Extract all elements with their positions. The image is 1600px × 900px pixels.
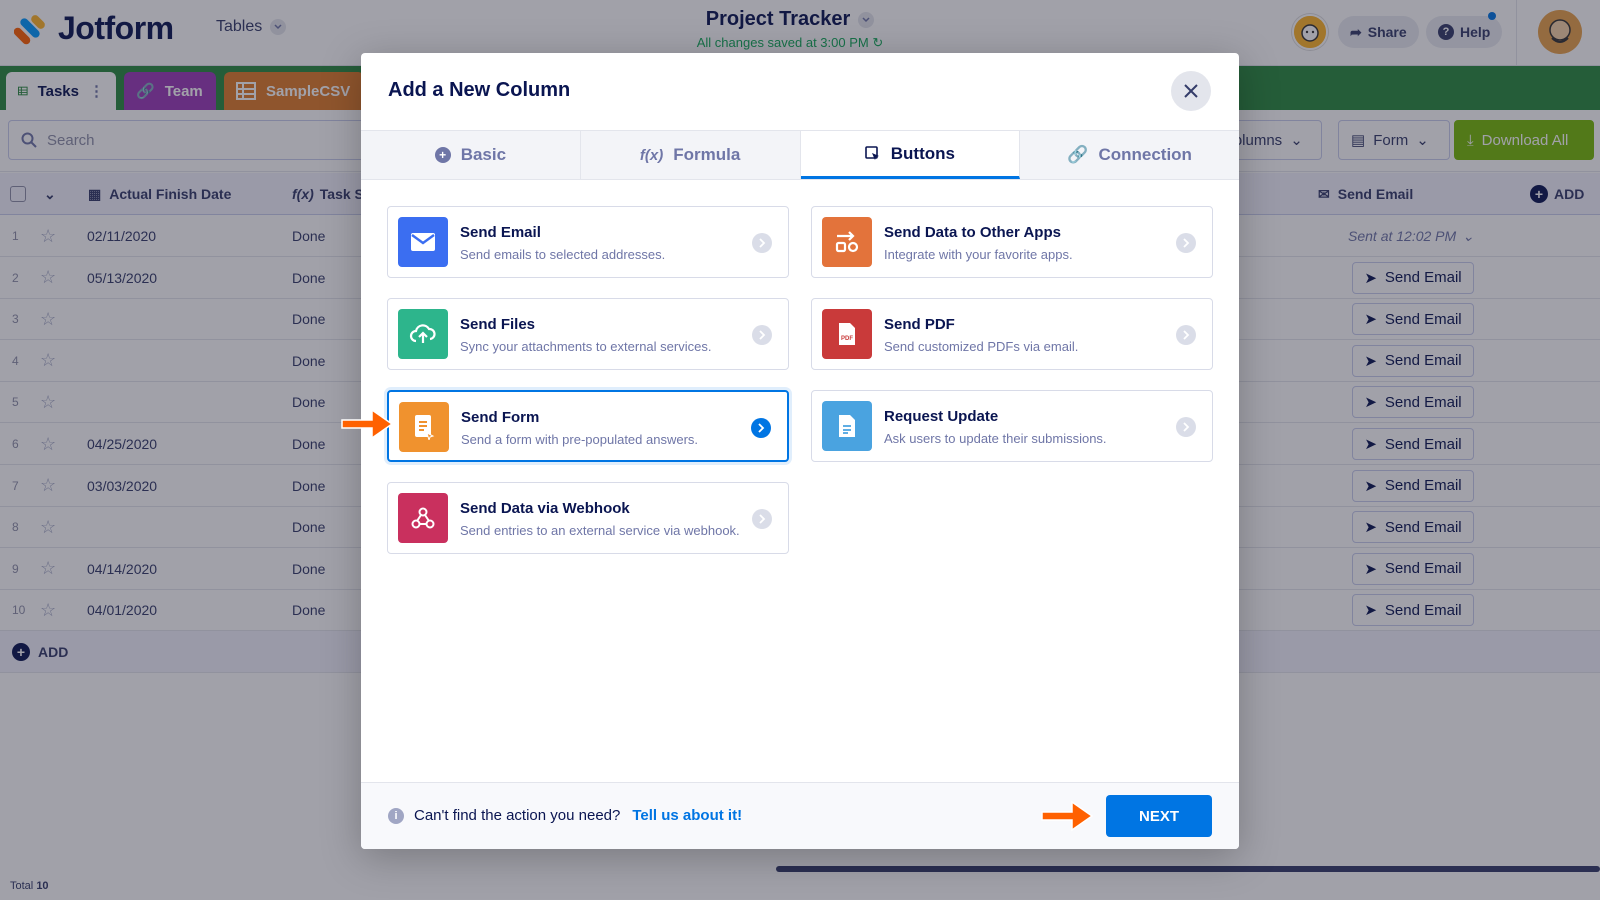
footer-help: i Can't find the action you need? Tell u… — [388, 807, 742, 824]
tab-basic[interactable]: + Basic — [361, 131, 581, 179]
modal-tabs: + Basic f(x) Formula Buttons 🔗 Connection — [361, 130, 1239, 180]
webhook-icon — [398, 493, 448, 543]
card-description: Send emails to selected addresses. — [460, 247, 666, 262]
tab-label: Formula — [673, 145, 741, 164]
card-title: Send Email — [460, 224, 541, 241]
footer-question: Can't find the action you need? — [414, 807, 621, 824]
tab-label: Basic — [460, 145, 507, 164]
tell-us-link[interactable]: Tell us about it! — [632, 807, 742, 824]
cursor-click-icon — [864, 145, 879, 160]
card-description: Sync your attachments to external servic… — [460, 339, 712, 354]
envelope-icon — [398, 217, 448, 267]
info-icon: i — [388, 807, 404, 824]
chevron-right-icon — [752, 509, 772, 529]
card-send-form[interactable]: Send Form Send a form with pre-populated… — [387, 390, 789, 462]
chevron-right-icon — [1176, 325, 1196, 345]
card-description: Integrate with your favorite apps. — [884, 247, 1073, 262]
card-send-data-other-apps[interactable]: Send Data to Other Apps Integrate with y… — [811, 206, 1213, 278]
tab-formula[interactable]: f(x) Formula — [580, 131, 801, 179]
card-title: Send PDF — [884, 316, 955, 333]
card-description: Send customized PDFs via email. — [884, 339, 1079, 354]
card-send-pdf[interactable]: PDF Send PDF Send customized PDFs via em… — [811, 298, 1213, 370]
tab-label: Connection — [1098, 145, 1192, 164]
modal-footer: i Can't find the action you need? Tell u… — [361, 782, 1239, 849]
card-description: Send entries to an external service via … — [460, 523, 740, 538]
card-title: Send Form — [461, 409, 540, 426]
card-send-data-webhook[interactable]: Send Data via Webhook Send entries to an… — [387, 482, 789, 554]
modal-title: Add a New Column — [388, 79, 571, 101]
card-title: Send Files — [460, 316, 536, 333]
chevron-right-icon — [751, 418, 771, 438]
pointer-arrow-icon — [1041, 800, 1094, 832]
chevron-right-icon — [752, 233, 772, 253]
chevron-right-icon — [1176, 417, 1196, 437]
chevron-right-icon — [752, 325, 772, 345]
form-icon — [399, 402, 449, 452]
svg-text:PDF: PDF — [841, 336, 853, 342]
tab-label: Buttons — [890, 143, 955, 163]
card-request-update[interactable]: Request Update Ask users to update their… — [811, 390, 1213, 462]
pointer-arrow-icon — [341, 408, 394, 440]
pdf-icon: PDF — [822, 309, 872, 359]
link-icon: 🔗 — [1067, 145, 1089, 164]
tab-buttons[interactable]: Buttons — [800, 131, 1021, 179]
chevron-right-icon — [1176, 233, 1196, 253]
document-icon — [822, 401, 872, 451]
close-icon — [1184, 84, 1198, 98]
add-column-modal: Add a New Column + Basic f(x) Formula Butt… — [361, 53, 1239, 849]
card-description: Ask users to update their submissions. — [884, 431, 1107, 446]
formula-icon: f(x) — [639, 146, 664, 164]
card-title: Send Data via Webhook — [460, 500, 630, 517]
next-button[interactable]: NEXT — [1106, 795, 1212, 837]
card-title: Send Data to Other Apps — [884, 224, 1061, 241]
card-title: Request Update — [884, 408, 999, 425]
card-description: Send a form with pre-populated answers. — [461, 432, 699, 447]
card-send-email[interactable]: Send Email Send emails to selected addre… — [387, 206, 789, 278]
close-button[interactable] — [1171, 71, 1211, 111]
plus-circle-icon: + — [434, 147, 451, 163]
cloud-upload-icon — [398, 309, 448, 359]
tab-connection[interactable]: 🔗 Connection — [1020, 131, 1239, 179]
apps-icon — [822, 217, 872, 267]
card-send-files[interactable]: Send Files Sync your attachments to exte… — [387, 298, 789, 370]
